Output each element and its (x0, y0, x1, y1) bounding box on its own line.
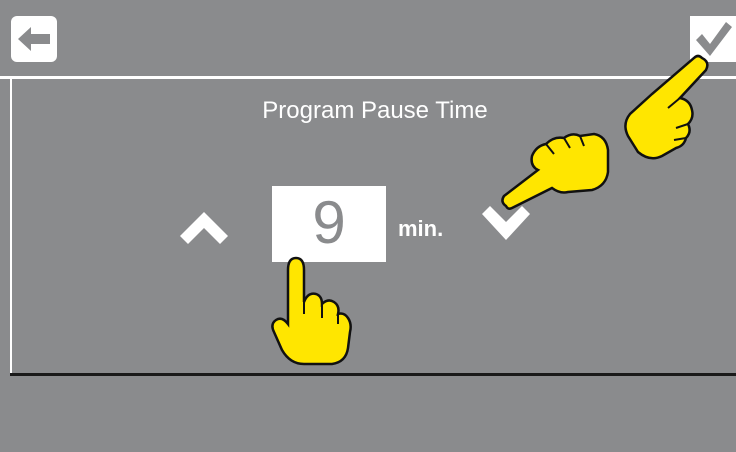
value-field[interactable]: 9 (272, 186, 386, 262)
increase-button[interactable] (178, 206, 230, 248)
value-text: 9 (312, 189, 346, 256)
footer-area (10, 376, 736, 452)
pointing-hand-icon (624, 54, 709, 160)
arrow-left-icon (18, 27, 50, 51)
left-margin (0, 79, 10, 452)
chevron-up-icon (180, 212, 228, 244)
back-button[interactable] (11, 16, 57, 62)
unit-label: min. (398, 216, 444, 241)
pointing-hand-icon (271, 256, 352, 366)
pointing-hand-icon (501, 132, 610, 210)
